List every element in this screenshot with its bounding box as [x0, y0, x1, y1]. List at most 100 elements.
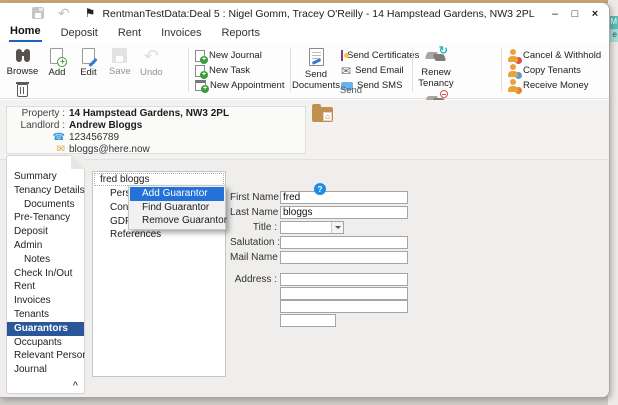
address-label: Address : — [234, 274, 277, 285]
ribbon-group-money: Cancel & Withhold Copy Tenants Receive M… — [507, 45, 603, 97]
tab-deposit[interactable]: Deposit — [60, 25, 99, 42]
sidebar-item-tenants[interactable]: Tenants — [7, 308, 84, 322]
last-name-field[interactable] — [280, 206, 408, 219]
mail-name-label: Mail Name : — [230, 252, 284, 263]
list-item-references[interactable]: References — [93, 228, 225, 242]
tab-rent[interactable]: Rent — [117, 25, 142, 42]
sidebar-nav: Summary Tenancy Details Documents Pre-Te… — [6, 155, 85, 394]
background-text-fragment: e — [612, 30, 617, 39]
first-name-field[interactable] — [280, 191, 408, 204]
ribbon-separator — [412, 48, 413, 92]
edit-pencil-icon — [81, 48, 98, 68]
salutation-label: Salutation : — [230, 237, 281, 248]
sidebar-item-notes[interactable]: Notes — [7, 253, 84, 267]
task-icon: + — [195, 64, 208, 79]
help-icon[interactable]: ? — [314, 183, 326, 195]
undo-icon[interactable]: ↶ — [56, 5, 72, 21]
binoculars-icon — [14, 48, 32, 63]
sidebar-item-occupants[interactable]: Occupants — [7, 336, 84, 350]
title-bar: ↶ ⚑ RentmanTestData:Deal 5 : Nigel Gomm,… — [0, 3, 609, 25]
undo-button[interactable]: ↶ Undo — [138, 45, 165, 78]
sidebar-item-tenancy-details[interactable]: Tenancy Details — [7, 184, 84, 198]
receive-money-button[interactable]: Receive Money — [507, 79, 603, 94]
handshake-renew-icon: ↻ — [424, 46, 448, 64]
address-line4-field[interactable] — [280, 313, 336, 327]
landlord-email: bloggs@here.now — [69, 143, 150, 155]
first-name-label: First Name : — [230, 192, 285, 203]
new-appointment-button[interactable]: + New Appointment — [195, 79, 287, 93]
tab-invoices[interactable]: Invoices — [160, 25, 202, 42]
minimize-button[interactable]: – — [547, 6, 563, 22]
floppy-icon — [112, 48, 128, 63]
save-icon[interactable] — [30, 5, 46, 21]
property-label: Property : — [21, 107, 65, 119]
address-line2-field[interactable] — [280, 286, 408, 300]
copy-tenants-button[interactable]: Copy Tenants — [507, 64, 603, 79]
journal-icon: + — [195, 49, 208, 64]
new-task-button[interactable]: + New Task — [195, 64, 287, 79]
undo-arrow-icon: ↶ — [143, 46, 159, 66]
property-info-box: Property : 14 Hampstead Gardens, NW3 2PL… — [6, 106, 306, 155]
guarantor-form: First Name : Last Name : Title : Salutat… — [230, 160, 550, 397]
cancel-withhold-button[interactable]: Cancel & Withhold — [507, 49, 603, 64]
edit-button[interactable]: Edit — [75, 45, 102, 78]
ribbon-tab-row: Home Deposit Rent Invoices Reports — [0, 25, 609, 43]
sidebar-item-check-in-out[interactable]: Check In/Out — [7, 267, 84, 281]
save-button[interactable]: Save — [106, 45, 133, 77]
address-line3-field[interactable] — [280, 300, 408, 313]
mail-name-field[interactable] — [280, 251, 408, 264]
tab-reports[interactable]: Reports — [220, 25, 261, 42]
ribbon: Browse + Add Edit Save ↶ Undo Delete — [0, 43, 609, 134]
send-certificates-button[interactable]: Send Certificates — [341, 49, 419, 62]
add-button[interactable]: + Add — [43, 45, 70, 78]
menu-item-find-guarantor[interactable]: Find Guarantor — [130, 201, 224, 215]
salutation-field[interactable] — [280, 236, 408, 249]
last-name-label: Last Name : — [230, 207, 284, 218]
ribbon-group-tenancy: ↻ Renew Tenancy Terminate Tenancy — [415, 45, 498, 134]
ribbon-separator — [501, 48, 502, 92]
context-menu: Add Guarantor Find Guarantor Remove Guar… — [128, 185, 227, 230]
title-dropdown[interactable] — [280, 221, 344, 234]
menu-item-add-guarantor[interactable]: Add Guarantor — [130, 187, 224, 201]
maximize-button[interactable]: □ — [567, 6, 583, 22]
window-controls: – □ × — [547, 6, 609, 22]
sidebar-item-pre-tenancy[interactable]: Pre-Tenancy — [7, 211, 84, 225]
content-area: Summary Tenancy Details Documents Pre-Te… — [0, 155, 609, 397]
document-pen-icon — [308, 48, 324, 66]
menu-item-remove-guarantor[interactable]: Remove Guarantor — [130, 214, 227, 228]
send-email-button[interactable]: ✉ Send Email — [341, 64, 409, 77]
sidebar-item-invoices[interactable]: Invoices — [7, 294, 84, 308]
person-money-icon — [507, 79, 522, 94]
browse-button[interactable]: Browse — [6, 45, 39, 77]
new-journal-button[interactable]: + New Journal — [195, 49, 287, 64]
ribbon-group-record: Browse + Add Edit Save ↶ Undo Delete — [6, 45, 184, 111]
calendar-icon: + — [195, 80, 209, 93]
address-line1-field[interactable] — [280, 273, 408, 286]
phone-icon: ☎ — [52, 131, 65, 143]
sidebar-item-documents[interactable]: Documents — [7, 198, 84, 212]
sidebar-item-admin[interactable]: Admin — [7, 239, 84, 253]
tab-home[interactable]: Home — [9, 23, 42, 42]
sidebar-item-guarantors[interactable]: Guarantors — [7, 322, 84, 336]
background-text-fragment: M — [610, 17, 617, 26]
chevron-down-icon — [331, 222, 343, 233]
property-folder-icon[interactable]: ⌂ — [312, 104, 333, 122]
sidebar-item-journal[interactable]: Journal — [7, 363, 84, 377]
sidebar-fold-corner — [71, 155, 85, 169]
app-window: ↶ ⚑ RentmanTestData:Deal 5 : Nigel Gomm,… — [0, 2, 610, 398]
certificate-icon — [341, 50, 349, 61]
close-button[interactable]: × — [587, 6, 603, 22]
renew-tenancy-button[interactable]: ↻ Renew Tenancy — [416, 45, 456, 90]
landlord-value: Andrew Bloggs — [69, 119, 143, 131]
sidebar-collapse-arrow[interactable]: ^ — [73, 380, 78, 390]
property-header: Property : 14 Hampstead Gardens, NW3 2PL… — [0, 100, 609, 159]
add-page-icon: + — [50, 48, 68, 67]
sidebar-item-relevant-persons[interactable]: Relevant Persons — [7, 349, 84, 363]
sidebar-item-summary[interactable]: Summary — [7, 170, 84, 184]
sidebar-item-rent[interactable]: Rent — [7, 280, 84, 294]
landlord-label: Landlord : — [20, 119, 65, 131]
property-value: 14 Hampstead Gardens, NW3 2PL — [69, 107, 230, 119]
sidebar-item-deposit[interactable]: Deposit — [7, 225, 84, 239]
email-icon: ✉ — [56, 143, 65, 155]
flag-icon[interactable]: ⚑ — [82, 5, 98, 21]
